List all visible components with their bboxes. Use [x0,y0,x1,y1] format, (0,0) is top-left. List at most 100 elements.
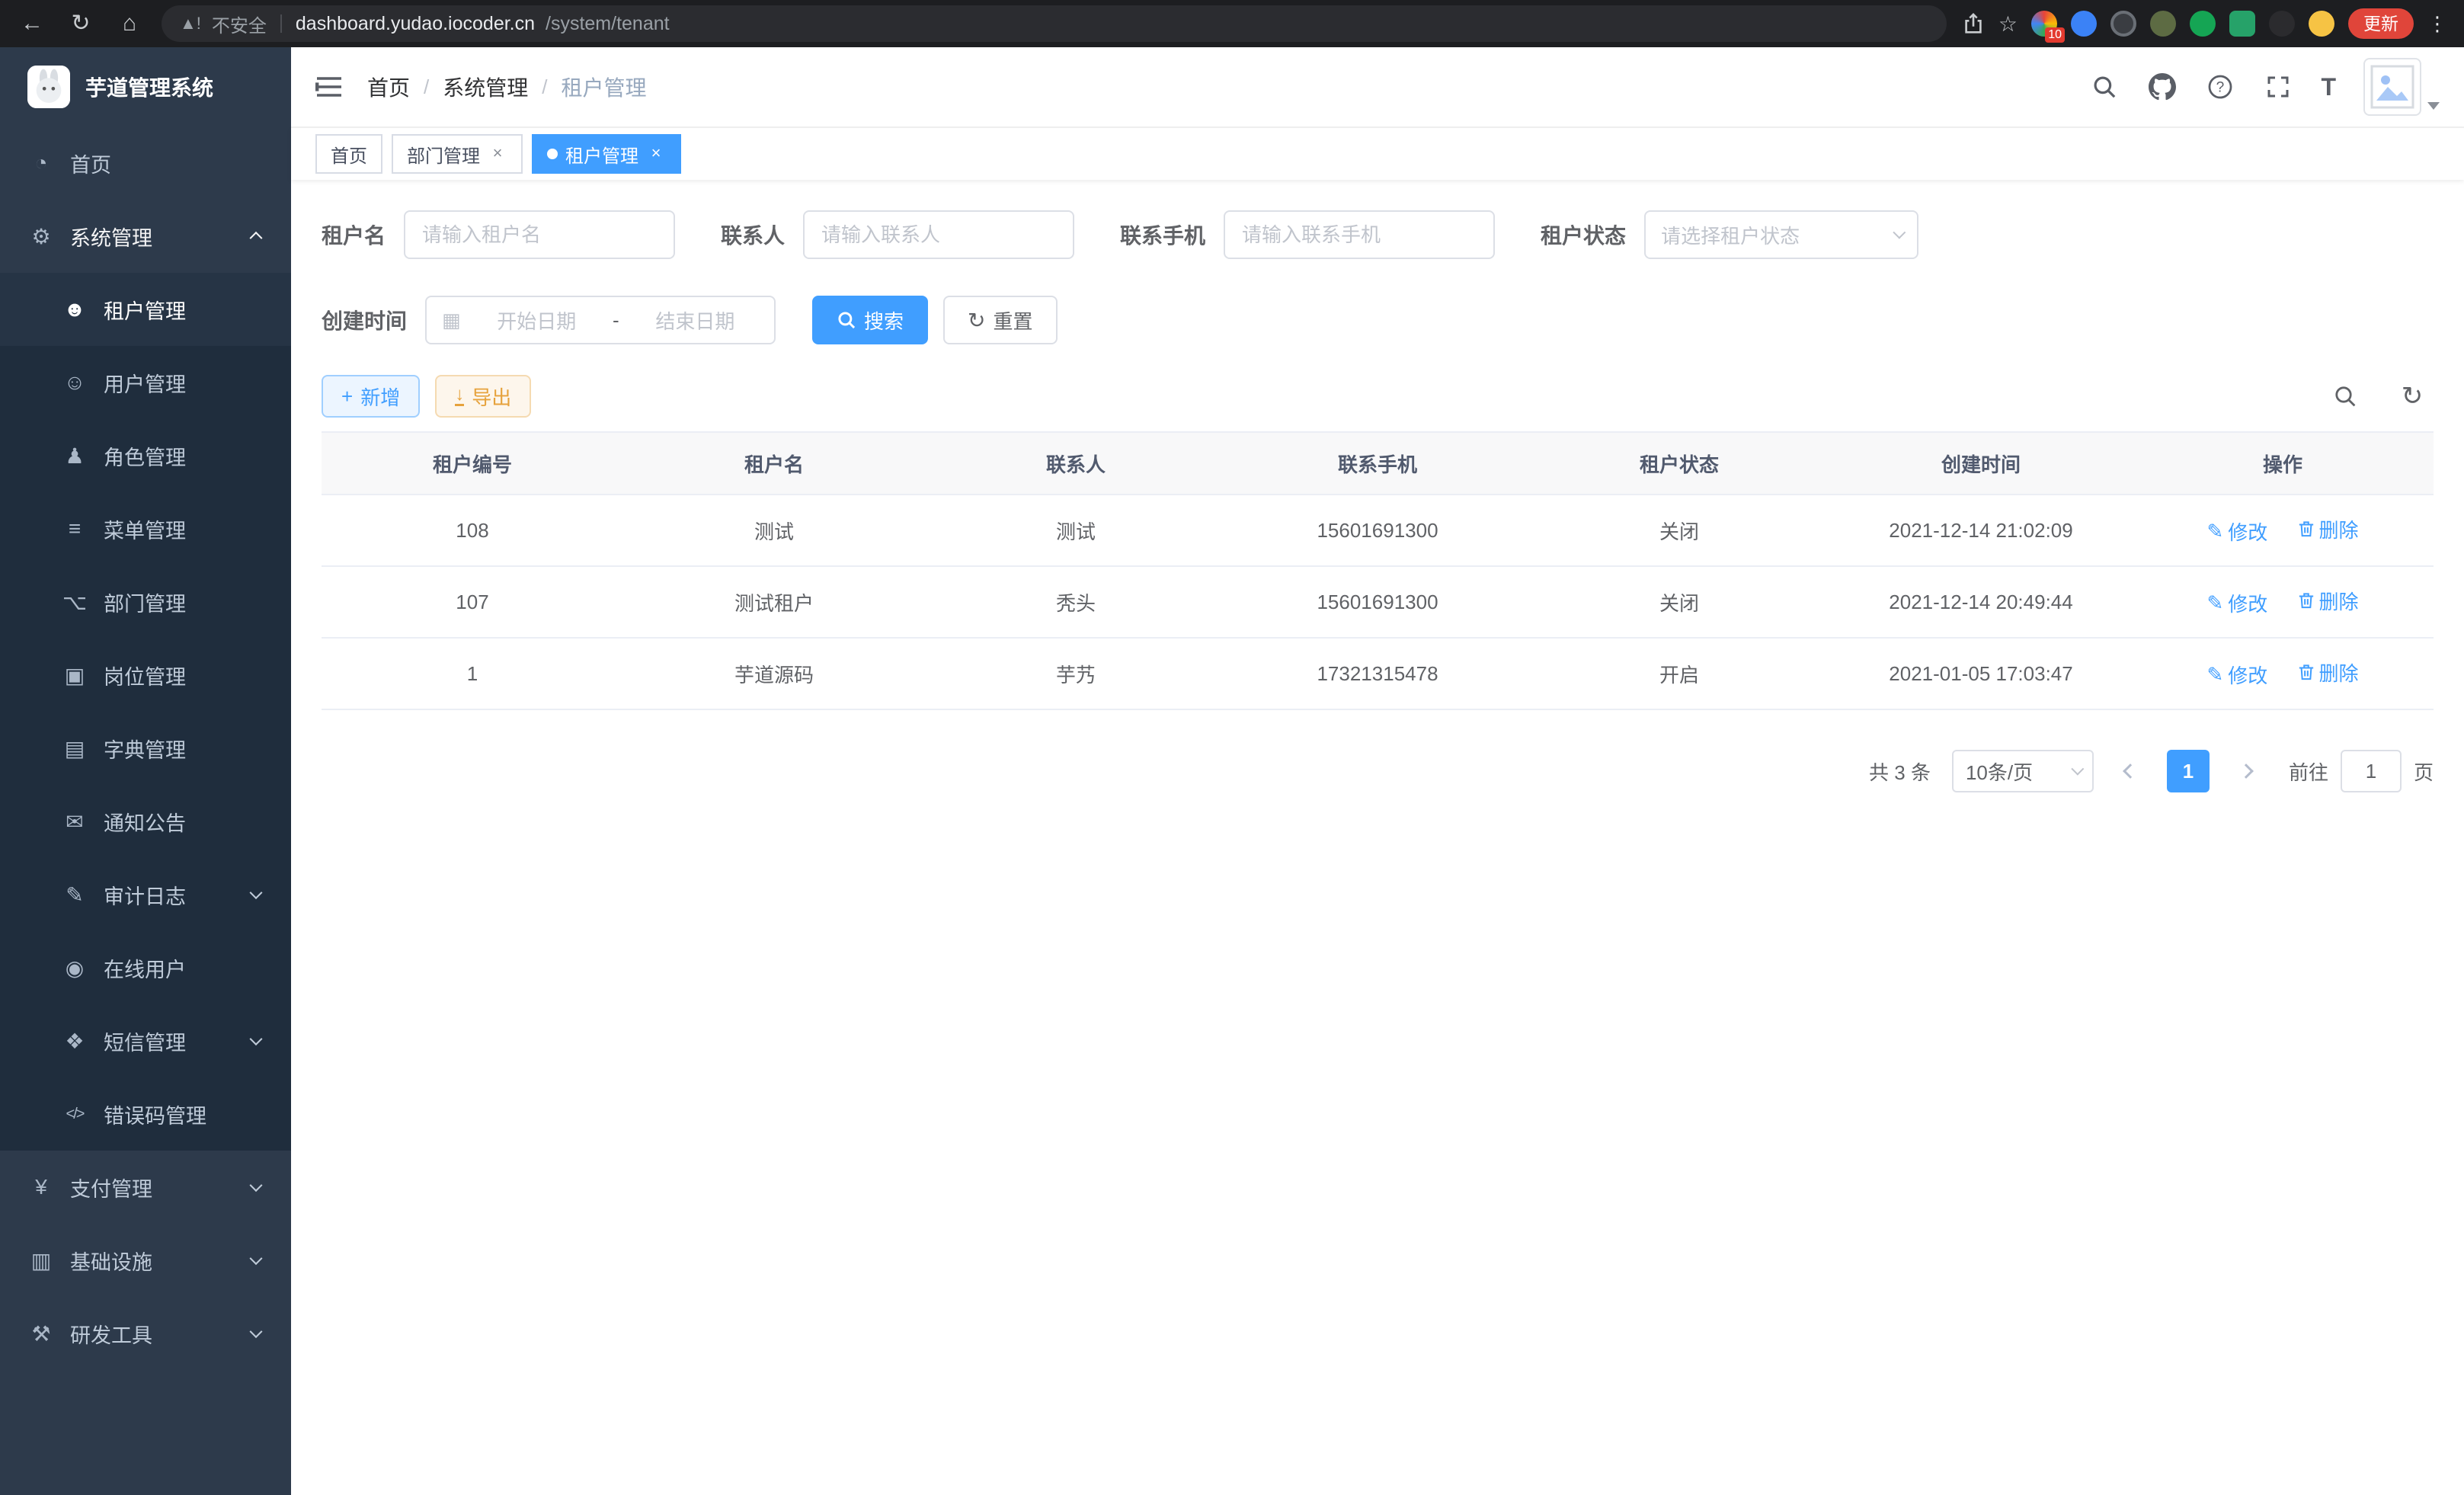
browser-back-icon[interactable]: ← [15,7,49,40]
sidebar-item-audit-log[interactable]: ✎ 审计日志 [0,858,291,931]
sidebar-item-label: 首页 [70,149,111,178]
extension-icon[interactable] [2229,11,2255,37]
extension-icon[interactable] [2190,11,2216,37]
breadcrumb-system[interactable]: 系统管理 [443,72,528,102]
browser-chrome: ← ↻ ⌂ ▲! 不安全 dashboard.yudao.iocoder.cn/… [0,0,2464,47]
search-button[interactable]: 搜索 [812,296,928,344]
browser-update-button[interactable]: 更新 [2348,8,2414,39]
github-icon[interactable] [2147,72,2178,102]
sidebar-item-label: 用户管理 [104,368,186,398]
refresh-table-icon[interactable]: ↻ [2391,375,2434,418]
sidebar-item-home[interactable]: ◔ 首页 [0,126,291,200]
filter-form-row-2: 创建时间 ▦ 开始日期 - 结束日期 搜索 ↻ 重 [322,296,2434,344]
sidebar-item-sms[interactable]: ❖ 短信管理 [0,1004,291,1077]
table-row: 108 测试 测试 15601691300 关闭 2021-12-14 21:0… [322,495,2434,566]
tenant-table: 租户编号 租户名 联系人 联系手机 租户状态 创建时间 操作 108 测试 [322,431,2434,710]
browser-menu-icon[interactable]: ⋮ [2427,12,2449,36]
extension-icon[interactable] [2071,11,2097,37]
sidebar-item-payment[interactable]: ¥ 支付管理 [0,1151,291,1224]
sidebar-item-dept[interactable]: ⌥ 部门管理 [0,565,291,639]
extension-icon[interactable]: 10 [2031,11,2057,37]
chevron-down-icon [2071,763,2084,776]
breadcrumb-separator: / [542,75,547,99]
chevron-down-icon [250,1325,263,1338]
logo[interactable]: 芋道管理系统 [0,47,291,126]
tab-dept[interactable]: 部门管理 × [392,134,523,174]
extension-icon[interactable] [2309,11,2334,37]
monitor-icon: ▥ [27,1248,55,1273]
sidebar-item-label: 基础设施 [70,1246,152,1276]
fullscreen-icon[interactable] [2263,72,2293,102]
page-size-value: 10条/页 [1966,757,2033,786]
edit-label: 修改 [2228,661,2267,689]
reset-button[interactable]: ↻ 重置 [943,296,1057,344]
bookmark-star-icon[interactable]: ☆ [1998,11,2018,37]
page-number-1[interactable]: 1 [2167,750,2210,792]
sidebar-item-error-code[interactable]: </> 错误码管理 [0,1077,291,1151]
sidebar-item-role[interactable]: ♟ 角色管理 [0,419,291,492]
sidebar-item-label: 短信管理 [104,1026,186,1056]
table-toolbar: + 新增 ↓ 导出 ↻ [322,375,2434,418]
trash-icon [2298,591,2315,610]
cell-actions: ✎修改 删除 [2132,638,2434,709]
extension-icon[interactable] [2110,11,2136,37]
user-icon: ☺ [61,370,88,395]
sidebar-item-notice[interactable]: ✉ 通知公告 [0,785,291,858]
tab-tenant[interactable]: 租户管理 × [532,134,681,174]
delete-link[interactable]: 删除 [2298,658,2359,687]
close-icon[interactable]: × [488,144,507,164]
help-icon[interactable]: ? [2205,72,2235,102]
sidebar-item-devtools[interactable]: ⚒ 研发工具 [0,1297,291,1370]
shield-icon: ❖ [61,1029,88,1054]
contact-input[interactable] [803,210,1074,259]
add-button-label: 新增 [360,383,400,411]
edit-link[interactable]: ✎修改 [2206,517,2267,546]
add-button[interactable]: + 新增 [322,375,420,418]
font-size-icon[interactable]: T [2321,73,2336,101]
active-dot [547,149,558,159]
sidebar-item-online-user[interactable]: ◉ 在线用户 [0,931,291,1004]
status-select[interactable]: 请选择租户状态 [1644,210,1918,259]
caret-down-icon [2427,102,2440,110]
share-icon[interactable] [1962,12,1985,35]
page-size-select[interactable]: 10条/页 [1952,750,2094,792]
sidebar-item-infrastructure[interactable]: ▥ 基础设施 [0,1224,291,1297]
sidebar-item-post[interactable]: ▣ 岗位管理 [0,639,291,712]
toggle-search-icon[interactable] [2324,375,2366,418]
tenant-name-input[interactable] [404,210,675,259]
extension-icon[interactable] [2269,11,2295,37]
filter-form-row-1: 租户名 联系人 联系手机 租户状态 请选择租户状态 [322,210,2434,259]
menu-list-icon: ≡ [61,517,88,541]
delete-link[interactable]: 删除 [2298,587,2359,615]
sidebar-item-menu[interactable]: ≡ 菜单管理 [0,492,291,565]
sidebar-item-user[interactable]: ☺ 用户管理 [0,346,291,419]
export-button[interactable]: ↓ 导出 [435,375,531,418]
search-icon[interactable] [2089,72,2120,102]
sidebar-item-tenant[interactable]: ☻ 租户管理 [0,273,291,346]
phone-input[interactable] [1224,210,1495,259]
user-menu[interactable] [2363,58,2440,116]
yen-icon: ¥ [27,1175,55,1199]
trash-icon [2298,663,2315,681]
col-header-phone: 联系手机 [1227,432,1528,495]
next-page-button[interactable] [2225,750,2267,792]
sidebar-collapse-icon[interactable] [315,76,343,98]
breadcrumb-home[interactable]: 首页 [367,72,410,102]
edit-link[interactable]: ✎修改 [2206,661,2267,689]
avatar[interactable] [2363,58,2421,116]
prev-page-button[interactable] [2109,750,2152,792]
browser-refresh-icon[interactable]: ↻ [64,7,98,40]
sidebar-item-system[interactable]: ⚙ 系统管理 [0,200,291,273]
main-area: 首页 / 系统管理 / 租户管理 ? [291,47,2464,1495]
delete-link[interactable]: 删除 [2298,515,2359,543]
browser-home-icon[interactable]: ⌂ [113,7,146,40]
extension-icon[interactable] [2150,11,2176,37]
date-range-picker[interactable]: ▦ 开始日期 - 结束日期 [425,296,776,344]
address-bar[interactable]: ▲! 不安全 dashboard.yudao.iocoder.cn/system… [162,5,1947,42]
tab-home[interactable]: 首页 [315,134,382,174]
sidebar-item-dict[interactable]: ▤ 字典管理 [0,712,291,785]
cell-status: 开启 [1528,638,1830,709]
edit-link[interactable]: ✎修改 [2206,589,2267,617]
goto-page-input[interactable] [2341,750,2402,792]
close-icon[interactable]: × [646,144,666,164]
